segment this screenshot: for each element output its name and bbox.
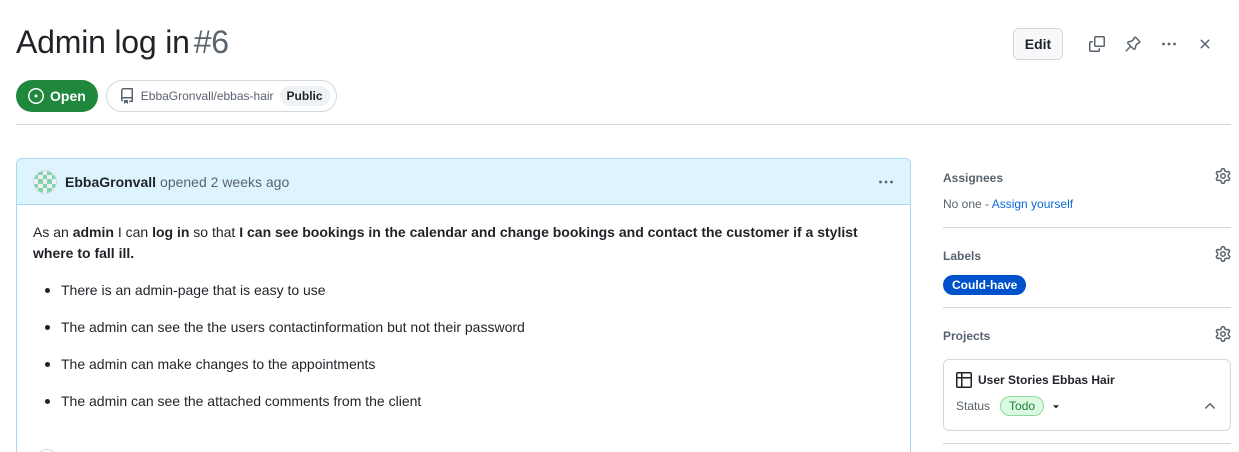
assignees-heading: Assignees (943, 170, 1004, 185)
comment-options-button[interactable] (874, 170, 898, 194)
intro-bold: log in (152, 224, 190, 240)
project-card: User Stories Ebbas Hair Status Todo (943, 359, 1231, 431)
assignees-section: Assignees No one - Assign yourself (943, 158, 1231, 228)
issue-state-badge: Open (16, 80, 98, 112)
chevron-up-icon (1205, 403, 1215, 409)
list-item: The admin can see the attached comments … (45, 391, 894, 412)
assignees-settings-button[interactable] (1215, 168, 1231, 187)
copy-icon (1089, 36, 1105, 52)
projects-heading: Projects (943, 328, 991, 343)
issue-state-label: Open (50, 88, 86, 104)
repo-icon (120, 88, 133, 104)
more-actions-button[interactable] (1151, 28, 1187, 60)
projects-section: Projects User Stories Ebbas Hair Status … (943, 308, 1231, 444)
assign-yourself-link[interactable]: Assign yourself (992, 197, 1073, 211)
header-divider (16, 124, 1231, 125)
issue-number: #6 (193, 24, 229, 60)
list-item: The admin can see the the users contacti… (45, 317, 894, 338)
kebab-horizontal-icon (1162, 42, 1176, 46)
status-badge[interactable]: Todo (1000, 396, 1045, 416)
comment-body: As an admin I can log in so that I can s… (17, 205, 910, 412)
comment-timestamp[interactable]: opened 2 weeks ago (160, 174, 289, 190)
project-name: User Stories Ebbas Hair (978, 373, 1115, 387)
acceptance-criteria-list: There is an admin-page that is easy to u… (33, 280, 894, 412)
labels-list: Could-have (943, 275, 1231, 295)
edit-button[interactable]: Edit (1013, 28, 1063, 60)
list-item: There is an admin-page that is easy to u… (45, 280, 894, 301)
issue-opened-icon (28, 88, 44, 104)
repository-link[interactable]: EbbaGronvall/ebbas-hair Public (105, 80, 337, 112)
intro-text: As an (33, 224, 73, 240)
issue-sidebar: Assignees No one - Assign yourself Label… (943, 158, 1231, 444)
project-title[interactable]: User Stories Ebbas Hair (956, 372, 1218, 388)
list-item: The admin can make changes to the appoin… (45, 354, 894, 375)
issue-title-text: Admin log in (16, 24, 190, 60)
status-label: Status (956, 399, 991, 413)
assignees-value: No one - Assign yourself (943, 197, 1231, 211)
labels-section: Labels Could-have (943, 228, 1231, 308)
issue-header-actions: Edit (1013, 28, 1223, 60)
labels-settings-button[interactable] (1215, 246, 1231, 265)
avatar[interactable] (33, 169, 57, 194)
issue-title: Admin log in #6 (16, 24, 229, 61)
gear-icon (1215, 246, 1231, 262)
copy-link-button[interactable] (1079, 28, 1115, 60)
close-icon (1200, 39, 1210, 49)
status-dropdown-button[interactable] (1050, 400, 1062, 412)
issue-meta: Open EbbaGronvall/ebbas-hair Public (16, 80, 337, 112)
projects-header: Projects (943, 308, 1231, 345)
user-story-intro: As an admin I can log in so that I can s… (33, 222, 894, 264)
labels-header: Labels (943, 228, 1231, 265)
close-panel-button[interactable] (1187, 28, 1223, 60)
pin-button[interactable] (1115, 28, 1151, 60)
intro-text: so that (189, 224, 240, 240)
triangle-down-icon (1053, 405, 1059, 409)
no-assignees-text: No one - (943, 197, 992, 211)
intro-text: I can (113, 224, 153, 240)
project-status-row: Status Todo (956, 396, 1218, 416)
comment-header: EbbaGronvall opened 2 weeks ago (17, 159, 910, 205)
gear-icon (1215, 168, 1231, 184)
assignees-header: Assignees (943, 158, 1231, 187)
labels-heading: Labels (943, 248, 982, 263)
repository-name: EbbaGronvall/ebbas-hair (140, 89, 274, 103)
collapse-project-button[interactable] (1202, 398, 1218, 414)
pin-icon (1125, 36, 1141, 52)
table-icon (956, 372, 972, 388)
comment-author[interactable]: EbbaGronvall (65, 174, 156, 190)
visibility-badge: Public (279, 86, 330, 106)
label-chip[interactable]: Could-have (943, 275, 1027, 295)
gear-icon (1215, 326, 1231, 342)
kebab-horizontal-icon (879, 180, 893, 183)
issue-body-comment: EbbaGronvall opened 2 weeks ago As an ad… (16, 158, 911, 452)
intro-bold: admin (72, 224, 114, 240)
projects-settings-button[interactable] (1215, 326, 1231, 345)
